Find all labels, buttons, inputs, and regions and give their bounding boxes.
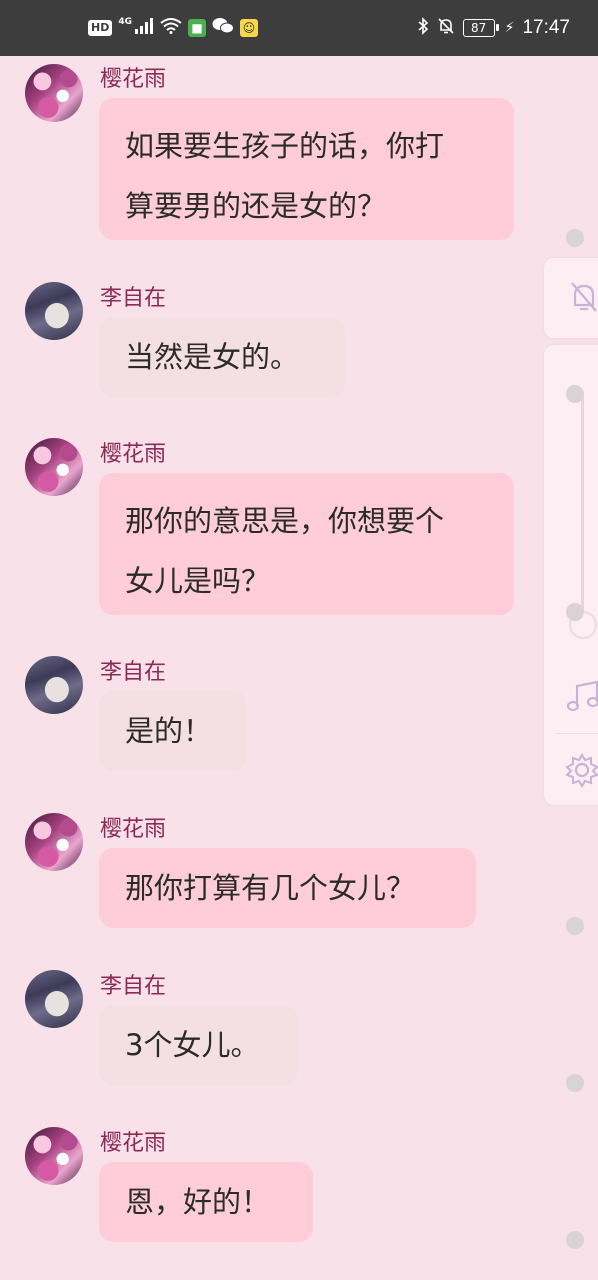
message-bubble[interactable]: 当然是女的。 (99, 317, 345, 397)
message-bubble[interactable]: 如果要生孩子的话，你打 算要男的还是女的？ (99, 98, 514, 240)
chat-list[interactable]: 樱花雨 如果要生孩子的话，你打 算要男的还是女的？ 李自在 当然是女的。 樱花雨… (0, 56, 598, 1280)
sender-name: 樱花雨 (100, 67, 167, 92)
clock: 17:47 (522, 17, 570, 38)
charging-icon: ⚡ (504, 20, 515, 36)
battery-icon: 87 (462, 19, 499, 37)
wechat-icon (212, 17, 234, 39)
avatar[interactable] (25, 282, 83, 340)
message-text: 3个女儿。 (125, 1028, 260, 1062)
avatar[interactable] (25, 970, 83, 1028)
message-text: 当然是女的。 (125, 340, 300, 374)
status-right: 87 ⚡ 17:47 (417, 0, 570, 56)
bell-off-icon[interactable] (568, 280, 598, 320)
avatar[interactable] (25, 1127, 83, 1185)
message-text: 那你的意思是，你想要个 (125, 504, 445, 538)
scroll-dot (566, 917, 584, 935)
message-bubble[interactable]: 恩，好的！ (99, 1162, 313, 1242)
sender-name: 李自在 (100, 974, 167, 999)
sender-name: 樱花雨 (100, 1131, 167, 1156)
avatar[interactable] (25, 438, 83, 496)
panel-divider (556, 733, 598, 734)
status-left: HD 4G ■ ☺ (88, 0, 258, 56)
message-bubble[interactable]: 是的！ (99, 691, 247, 771)
sender-name: 李自在 (100, 660, 167, 685)
message-bubble[interactable]: 那你的意思是，你想要个 女儿是吗？ (99, 473, 514, 615)
scroll-dot (566, 1074, 584, 1092)
scroll-dot (566, 229, 584, 247)
sender-name: 樱花雨 (100, 817, 167, 842)
mute-panel[interactable] (544, 258, 598, 338)
music-note-icon[interactable] (566, 678, 598, 720)
wifi-icon (160, 18, 182, 38)
hd-icon: HD (88, 20, 113, 36)
app-green-icon: ■ (188, 19, 206, 37)
scroll-dot (566, 603, 584, 621)
avatar[interactable] (25, 64, 83, 122)
message-bubble[interactable]: 3个女儿。 (99, 1005, 298, 1085)
message-text: 是的！ (125, 714, 213, 748)
status-bar: HD 4G ■ ☺ 87 ⚡ 17:47 (0, 0, 598, 56)
message-text: 恩，好的！ (125, 1185, 271, 1219)
network-label: 4G (118, 17, 132, 27)
avatar[interactable] (25, 656, 83, 714)
sender-name: 樱花雨 (100, 442, 167, 467)
app-yellow-icon: ☺ (240, 19, 258, 37)
message-text: 如果要生孩子的话，你打 (125, 129, 445, 163)
avatar[interactable] (25, 813, 83, 871)
message-text: 女儿是吗？ (125, 564, 271, 598)
gear-icon[interactable] (564, 752, 598, 794)
scroll-dot (566, 1231, 584, 1249)
signal-icon (134, 18, 154, 38)
message-text: 那你打算有几个女儿？ (125, 871, 416, 905)
scroll-dot (566, 385, 584, 403)
bluetooth-icon (417, 17, 429, 39)
mute-icon (437, 17, 455, 39)
volume-panel[interactable] (544, 345, 598, 805)
volume-slider[interactable] (581, 392, 584, 612)
message-text: 算要男的还是女的？ (125, 189, 387, 223)
message-bubble[interactable]: 那你打算有几个女儿？ (99, 848, 476, 928)
sender-name: 李自在 (100, 286, 167, 311)
